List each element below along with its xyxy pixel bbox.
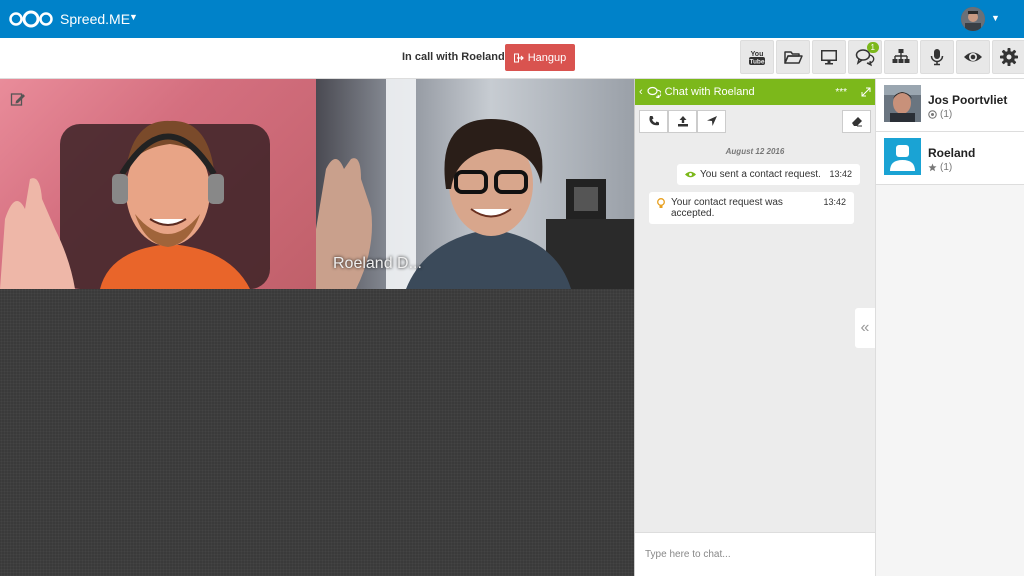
chat-tools bbox=[635, 105, 875, 137]
double-chevron-left-icon: « bbox=[860, 319, 870, 336]
phone-icon bbox=[648, 116, 659, 126]
toolbar: You Tube 1 bbox=[740, 40, 1024, 76]
screen-share-button[interactable] bbox=[812, 40, 846, 74]
hangup-label: Hangup bbox=[527, 51, 567, 64]
eye-icon bbox=[964, 52, 982, 62]
chat-unread-badge: 1 bbox=[866, 42, 879, 53]
gear-icon bbox=[1000, 48, 1018, 66]
chat-message-text: You sent a contact request. bbox=[700, 169, 821, 180]
local-video[interactable] bbox=[0, 79, 316, 289]
upload-icon bbox=[677, 116, 688, 127]
remote-participant-name: Roeland D... bbox=[333, 255, 422, 272]
chat-message: Your contact request was accepted. 13:42 bbox=[649, 192, 854, 224]
svg-text:You: You bbox=[751, 51, 764, 58]
nextcloud-logo-icon[interactable] bbox=[8, 9, 54, 29]
chat-call-button[interactable] bbox=[639, 109, 668, 133]
chat-bubbles-icon bbox=[647, 86, 661, 98]
collapse-sidebar-button[interactable]: « bbox=[855, 308, 875, 348]
location-arrow-icon bbox=[706, 116, 717, 126]
app-menu-caret-icon[interactable]: ▼ bbox=[129, 12, 138, 22]
expand-icon[interactable] bbox=[861, 87, 871, 97]
user-menu-caret-icon[interactable]: ▼ bbox=[991, 13, 1000, 23]
contact-item[interactable]: Jos Poortvliet (1) bbox=[876, 79, 1024, 132]
video-area: Roeland D... bbox=[0, 79, 634, 576]
hangup-button[interactable]: Hangup bbox=[505, 44, 575, 71]
circle-dot-icon bbox=[928, 110, 937, 119]
chat-more-button[interactable]: *** bbox=[835, 87, 847, 98]
chat-input[interactable] bbox=[635, 532, 875, 576]
chat-back-icon[interactable]: ‹ bbox=[639, 86, 643, 98]
top-bar: Spreed.ME ▼ ▼ bbox=[0, 0, 1024, 38]
contact-avatar bbox=[884, 138, 921, 175]
app-name[interactable]: Spreed.ME bbox=[60, 11, 130, 27]
contact-name: Roeland bbox=[928, 146, 976, 160]
file-share-button[interactable] bbox=[776, 40, 810, 74]
microphone-icon bbox=[930, 49, 944, 66]
contact-status-text: (1) bbox=[940, 109, 953, 120]
chat-button[interactable]: 1 bbox=[848, 40, 882, 74]
eye-icon bbox=[685, 171, 696, 178]
lightbulb-icon bbox=[657, 198, 665, 208]
chat-message: You sent a contact request. 13:42 bbox=[677, 164, 860, 185]
call-status: In call with Roeland bbox=[402, 51, 505, 63]
contact-item[interactable]: Roeland (1) bbox=[876, 132, 1024, 185]
contact-status: (1) bbox=[928, 162, 952, 173]
chat-date: August 12 2016 bbox=[725, 147, 785, 156]
folder-open-icon bbox=[784, 51, 803, 64]
contact-avatar bbox=[884, 85, 921, 122]
user-avatar[interactable] bbox=[961, 7, 985, 31]
settings-button[interactable] bbox=[992, 40, 1024, 74]
contact-list: Jos Poortvliet (1) Roeland (1) bbox=[875, 79, 1024, 576]
chat-header: ‹ Chat with Roeland *** bbox=[635, 79, 875, 105]
youtube-icon: You Tube bbox=[749, 51, 765, 66]
sitemap-icon bbox=[892, 49, 910, 63]
chat-upload-button[interactable] bbox=[668, 109, 697, 133]
chat-message-time: 13:42 bbox=[823, 197, 846, 207]
contact-name: Jos Poortvliet bbox=[928, 93, 1008, 107]
chat-panel: ‹ Chat with Roeland *** August 12 2016 Y… bbox=[634, 79, 875, 576]
monitor-icon bbox=[821, 50, 837, 65]
eraser-icon bbox=[851, 117, 862, 127]
edit-icon[interactable] bbox=[10, 91, 26, 107]
camera-button[interactable] bbox=[956, 40, 990, 74]
svg-text:Tube: Tube bbox=[749, 59, 764, 66]
chat-title: Chat with Roeland bbox=[664, 86, 755, 98]
remote-video[interactable]: Roeland D... bbox=[316, 79, 634, 289]
youtube-button[interactable]: You Tube bbox=[740, 40, 774, 74]
presentation-button[interactable] bbox=[884, 40, 918, 74]
contact-status: (1) bbox=[928, 109, 952, 120]
microphone-button[interactable] bbox=[920, 40, 954, 74]
chat-message-text: Your contact request was accepted. bbox=[671, 197, 783, 219]
chat-clear-button[interactable] bbox=[842, 109, 871, 133]
chat-message-time: 13:42 bbox=[829, 169, 852, 179]
contact-status-text: (1) bbox=[940, 162, 953, 173]
call-bar: In call with Roeland Hangup You Tube 1 bbox=[0, 38, 1024, 79]
sign-out-icon bbox=[513, 53, 524, 62]
chat-location-button[interactable] bbox=[697, 109, 726, 133]
local-video-picture bbox=[0, 120, 270, 289]
star-icon bbox=[928, 163, 937, 172]
